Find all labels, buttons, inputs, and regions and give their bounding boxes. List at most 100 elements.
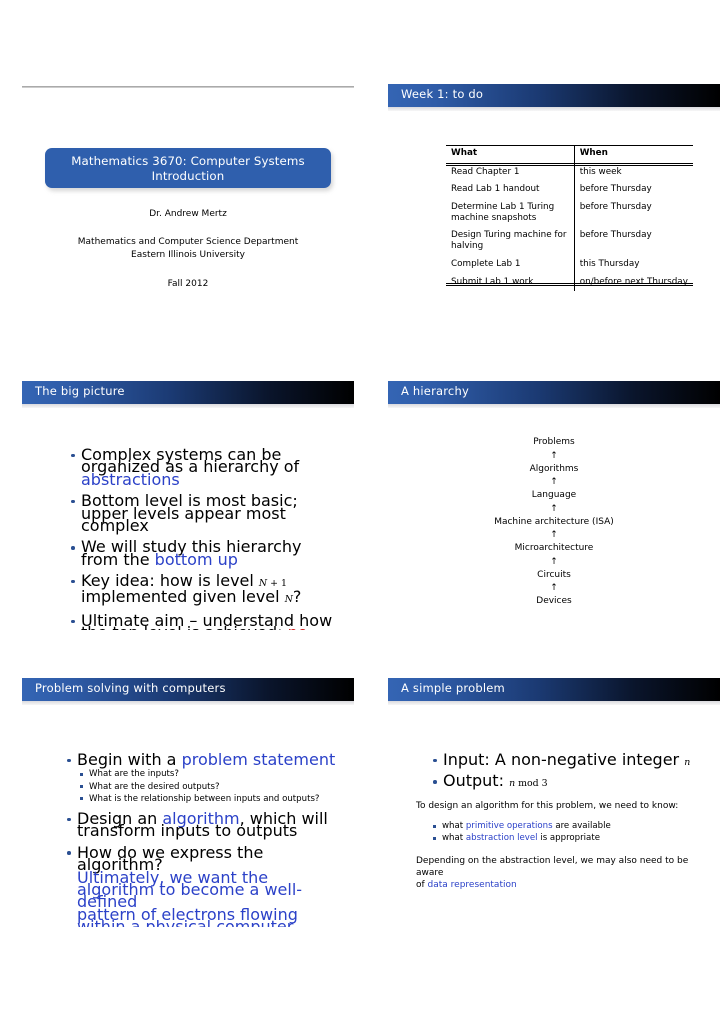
cell-what: Submit Lab 1 work [446,273,575,291]
frametitle-bar-hierarchy: A hierarchy [388,381,720,404]
frametitle-underbar [388,404,720,408]
input-label: Input: A non-negative integer [443,750,685,769]
frametitle-bar-simple-problem: A simple problem [388,678,720,701]
frametitle-underbar [22,701,354,705]
bullet-text: Begin with a [77,750,182,769]
slide-title: Mathematics 3670: Computer Systems Intro… [22,84,354,333]
slide-big-picture: The big picture Complex systems can be o… [22,381,354,630]
math-var-n-2: N [284,593,293,605]
slide-week-todo: Week 1: to do What When Read Chapter 1 t… [388,84,720,333]
table-header-row: What When [446,145,693,164]
table-row: Determine Lab 1 Turing machine snapshots… [446,198,693,228]
slide-hierarchy: A hierarchy Problems ↑ Algorithms ↑ Lang… [388,381,720,630]
slide-problem-solving: Problem solving with computers Begin wit… [22,678,354,927]
cell-when: on/before next Thursday [579,276,688,287]
list-item: Output: n mod 3 [430,773,708,790]
column-header-when: When [579,148,608,159]
cell-what: Determine Lab 1 Turing machine snapshots [446,198,575,228]
math-var-n: n [684,757,691,768]
frametitle-text: Week 1: to do [401,87,484,101]
hierarchy-level-devices: Devices [536,596,572,606]
frametitle-underbar [388,107,720,111]
author-block: Dr. Andrew Mertz Mathematics and Compute… [22,208,354,291]
hierarchy-diagram: Problems ↑ Algorithms ↑ Language ↑ Machi… [388,436,720,609]
presentation-date: Fall 2012 [167,279,209,289]
cell-when: before Thursday [579,201,652,212]
sub-bullet-before: what [442,821,466,832]
bullet-list: Complex systems can be organized as a hi… [68,446,343,630]
author-name: Dr. Andrew Mertz [149,209,227,219]
list-item: what abstraction level is appropriate [430,832,708,844]
up-arrow-icon: ↑ [550,477,558,487]
frametitle-underbar [22,404,354,408]
up-arrow-icon: ↑ [550,583,558,593]
paragraph-line-1: Depending on the abstraction level, we m… [416,855,689,879]
list-item: What are the desired outputs? [77,781,349,793]
problem-solving-content: Begin with a problem statement What are … [64,752,349,927]
list-item: Input: A non-negative integer n [430,752,708,769]
cell-what: Complete Lab 1 [446,255,575,274]
bullet-text: Bottom level is most basic; upper levels… [81,491,298,536]
sub-bullet-after: is appropriate [537,833,600,844]
design-intro-paragraph: To design an algorithm for this problem,… [416,800,679,811]
up-arrow-icon: ↑ [550,503,558,514]
frametitle-text: The big picture [35,384,125,398]
list-item: Design an algorithm, which will transfor… [64,810,349,839]
output-label: Output: [443,771,510,791]
hierarchy-level-machine-arch: Machine architecture (ISA) [494,516,614,527]
math-mod-three: mod 3 [515,778,548,790]
bullet-text-after: ? [292,586,302,606]
title-box: Mathematics 3670: Computer Systems Intro… [45,148,331,188]
cell-when: this week [579,166,622,177]
presentation-subtitle-line-2: Introduction [151,169,225,183]
cell-when: before Thursday [579,230,652,241]
highlight-ultimately-line-2: pattern of electrons flowing within a ph… [77,904,298,927]
slide-simple-problem: A simple problem Input: A non-negative i… [388,678,720,927]
list-item: Complex systems can be organized as a hi… [68,446,343,489]
institute-line-1: Mathematics and Computer Science Departm… [77,237,299,247]
table-row: Read Lab 1 handout before Thursday [446,180,693,199]
list-item: What is the relationship between inputs … [77,793,349,805]
bullet-text-mid: implemented given level [81,586,285,606]
bullet-list-io: Input: A non-negative integer n Output: … [430,752,708,791]
list-item: How do we express the algorithm? Ultimat… [64,844,349,927]
sub-bullet-before: what [442,833,466,844]
highlight-problem-statement: problem statement [181,750,336,769]
highlight-abstractions: abstractions [81,469,180,489]
abstraction-awareness-paragraph: Depending on the abstraction level, we m… [416,855,708,892]
highlight-bottom-up: bottom up [154,549,238,569]
list-item: What are the inputs? [77,768,349,780]
table-row: Submit Lab 1 work on/before next Thursda… [446,273,693,291]
frametitle-bar-problem-solving: Problem solving with computers [22,678,354,701]
cell-what: Read Lab 1 handout [446,180,575,199]
highlight-ultimately-line-1: Ultimately, we want the algorithm to bec… [77,867,303,912]
list-item: Key idea: how is level N + 1 implemented… [68,573,343,606]
cell-when: this Thursday [579,258,640,269]
sub-bullet-list: what primitive operations are available … [430,820,708,844]
presentation-title-line-1: Mathematics 3670: Computer Systems [71,154,305,168]
cell-what: Design Turing machine for halving [446,227,575,256]
title-slide-rule [22,86,354,88]
list-item: what primitive operations are available [430,820,708,832]
table-row: Design Turing machine for halving before… [446,227,693,256]
up-arrow-icon: ↑ [550,556,558,567]
highlight-primitive-operations: primitive operations [465,821,553,832]
frametitle-text: A hierarchy [401,384,469,398]
highlight-abstraction-level: abstraction level [465,833,538,844]
frametitle-text: A simple problem [401,681,505,695]
todo-table: What When Read Chapter 1 this week Read … [446,145,693,291]
table-row: Complete Lab 1 this Thursday [446,255,693,274]
frametitle-bar-big-picture: The big picture [22,381,354,404]
hierarchy-level-microarch: Microarchitecture [514,543,594,553]
big-picture-content: Complex systems can be organized as a hi… [68,446,343,630]
list-item: Begin with a problem statement What are … [64,752,349,805]
frametitle-underbar [388,701,720,705]
handout-page: Mathematics 3670: Computer Systems Intro… [0,0,720,1019]
frametitle-text: Problem solving with computers [35,681,226,695]
sub-bullet-list: What are the inputs? What are the desire… [77,768,349,805]
sub-bullet-after: are available [552,821,611,832]
list-item: Ultimate aim – understand how the top le… [68,612,343,630]
cell-what: Read Chapter 1 [446,163,575,181]
bullet-list: Begin with a problem statement What are … [64,752,349,927]
institute-line-2: Eastern Illinois University [131,250,245,260]
